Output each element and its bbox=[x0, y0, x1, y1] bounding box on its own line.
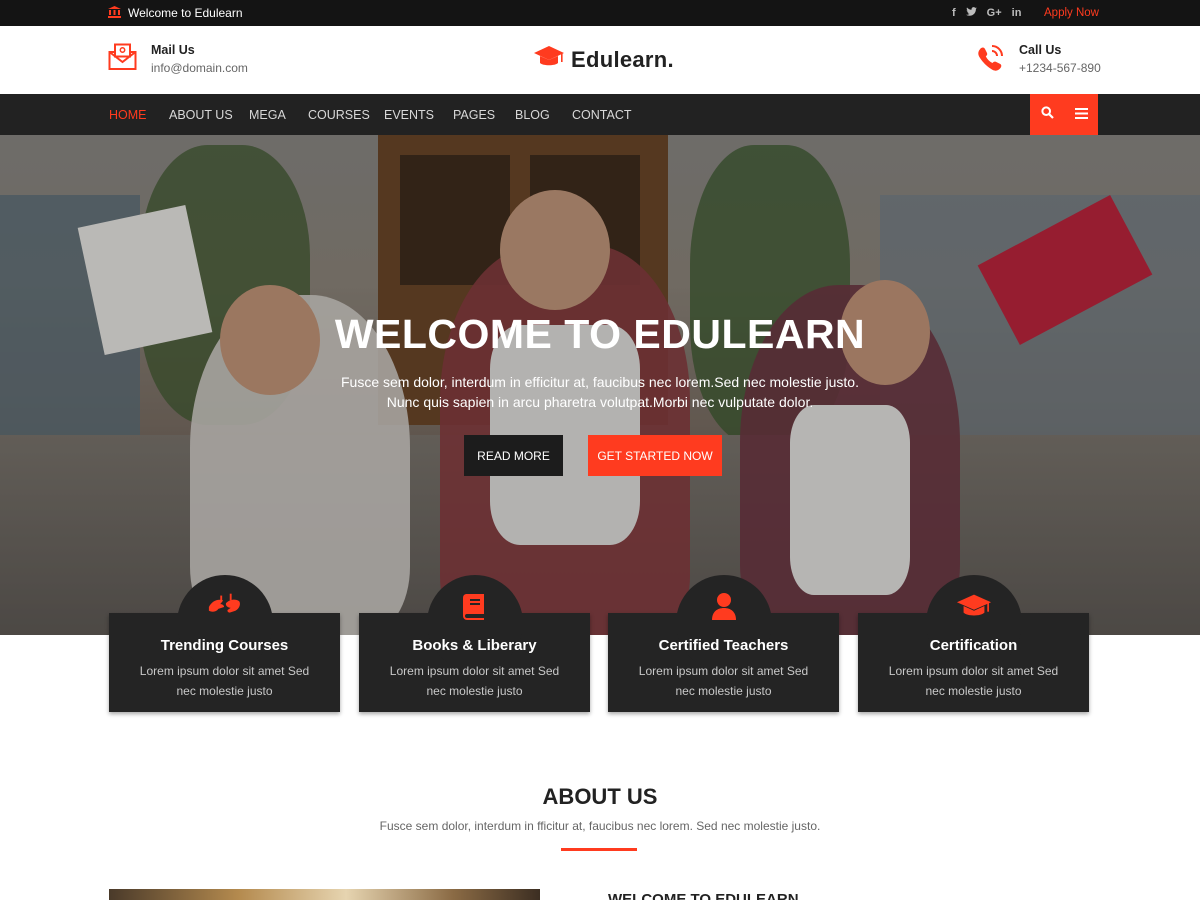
nav-item-about-us[interactable]: ABOUT US bbox=[169, 94, 233, 135]
feature-title: Certified Teachers bbox=[658, 637, 789, 654]
logo-text: Edulearn. bbox=[571, 46, 674, 72]
nav-item-blog[interactable]: BLOG bbox=[515, 94, 550, 135]
feature-icon-badge bbox=[427, 575, 523, 671]
about-title: ABOUT US bbox=[542, 784, 658, 809]
menu-button[interactable] bbox=[1064, 94, 1098, 135]
mail-value[interactable]: info@domain.com bbox=[151, 61, 248, 75]
feature-icon-badge bbox=[926, 575, 1022, 671]
top-bar: Welcome to Edulearn f G+ in Apply Now bbox=[0, 0, 1200, 26]
header: Mail Us info@domain.com Edulearn. Call U… bbox=[0, 26, 1200, 94]
nav-item-pages[interactable]: PAGES bbox=[453, 94, 495, 135]
graduation-cap-icon bbox=[956, 591, 992, 621]
twitter-icon[interactable] bbox=[965, 6, 977, 20]
hero-subtitle-line-1: Fusce sem dolor, interdum in efficitur a… bbox=[341, 374, 859, 390]
sign-language-icon bbox=[207, 591, 243, 621]
about-heading: WELCOME TO EDULEARN bbox=[608, 891, 799, 900]
feature-description: Lorem ipsum dolor sit amet Sed nec moles… bbox=[389, 664, 560, 698]
hamburger-menu-icon bbox=[1074, 106, 1088, 124]
nav-item-mega[interactable]: MEGA bbox=[249, 94, 286, 135]
apply-now-link[interactable]: Apply Now bbox=[1044, 0, 1099, 26]
main-navigation: HOME ABOUT US MEGA COURSES EVENTS PAGES … bbox=[0, 94, 1200, 135]
google-plus-icon[interactable]: G+ bbox=[987, 7, 1002, 19]
welcome-message: Welcome to Edulearn bbox=[108, 0, 243, 26]
call-title: Call Us bbox=[1019, 43, 1062, 57]
social-links: f G+ in bbox=[952, 0, 1021, 26]
mail-icon bbox=[108, 43, 137, 76]
user-icon bbox=[706, 591, 742, 621]
search-icon bbox=[1040, 105, 1054, 124]
feature-card-certification[interactable]: Certification Lorem ipsum dolor sit amet… bbox=[858, 575, 1089, 712]
feature-description: Lorem ipsum dolor sit amet Sed nec moles… bbox=[638, 664, 809, 698]
nav-item-events[interactable]: EVENTS bbox=[384, 94, 434, 135]
mail-title: Mail Us bbox=[151, 43, 195, 57]
hero-banner: WELCOME TO EDULEARN Fusce sem dolor, int… bbox=[0, 135, 1200, 635]
read-more-button[interactable]: READ MORE bbox=[464, 435, 563, 476]
institution-icon bbox=[108, 5, 121, 21]
feature-card-books[interactable]: Books & Liberary Lorem ipsum dolor sit a… bbox=[359, 575, 590, 712]
site-logo[interactable]: Edulearn. bbox=[533, 45, 674, 74]
about-divider bbox=[561, 848, 637, 851]
hero-title: WELCOME TO EDULEARN bbox=[334, 311, 866, 357]
feature-icon-badge bbox=[676, 575, 772, 671]
about-subtitle: Fusce sem dolor, interdum in fficitur at… bbox=[379, 819, 821, 833]
feature-title: Certification bbox=[929, 637, 1018, 654]
feature-description: Lorem ipsum dolor sit amet Sed nec moles… bbox=[888, 664, 1059, 698]
book-icon bbox=[457, 591, 493, 621]
feature-card-trending-courses[interactable]: Trending Courses Lorem ipsum dolor sit a… bbox=[109, 575, 340, 712]
welcome-text: Welcome to Edulearn bbox=[128, 6, 243, 20]
about-image bbox=[109, 889, 540, 900]
graduation-cap-icon bbox=[533, 45, 565, 74]
nav-item-contact[interactable]: CONTACT bbox=[572, 94, 632, 135]
call-value[interactable]: +1234-567-890 bbox=[1019, 61, 1101, 75]
search-button[interactable] bbox=[1030, 94, 1064, 135]
feature-title: Trending Courses bbox=[160, 637, 289, 654]
feature-card-certified-teachers[interactable]: Certified Teachers Lorem ipsum dolor sit… bbox=[608, 575, 839, 712]
phone-icon bbox=[975, 43, 1005, 78]
facebook-icon[interactable]: f bbox=[952, 7, 956, 19]
feature-description: Lorem ipsum dolor sit amet Sed nec moles… bbox=[139, 664, 310, 698]
nav-item-courses[interactable]: COURSES bbox=[308, 94, 370, 135]
mail-block: Mail Us info@domain.com bbox=[108, 43, 248, 76]
get-started-button[interactable]: GET STARTED NOW bbox=[588, 435, 722, 476]
hero-subtitle-line-2: Nunc quis sapien in arcu pharetra volutp… bbox=[386, 394, 814, 410]
feature-title: Books & Liberary bbox=[412, 637, 537, 654]
nav-item-home[interactable]: HOME bbox=[109, 94, 147, 135]
call-block: Call Us +1234-567-890 bbox=[975, 43, 1101, 78]
feature-icon-badge bbox=[177, 575, 273, 671]
linkedin-icon[interactable]: in bbox=[1012, 7, 1022, 19]
